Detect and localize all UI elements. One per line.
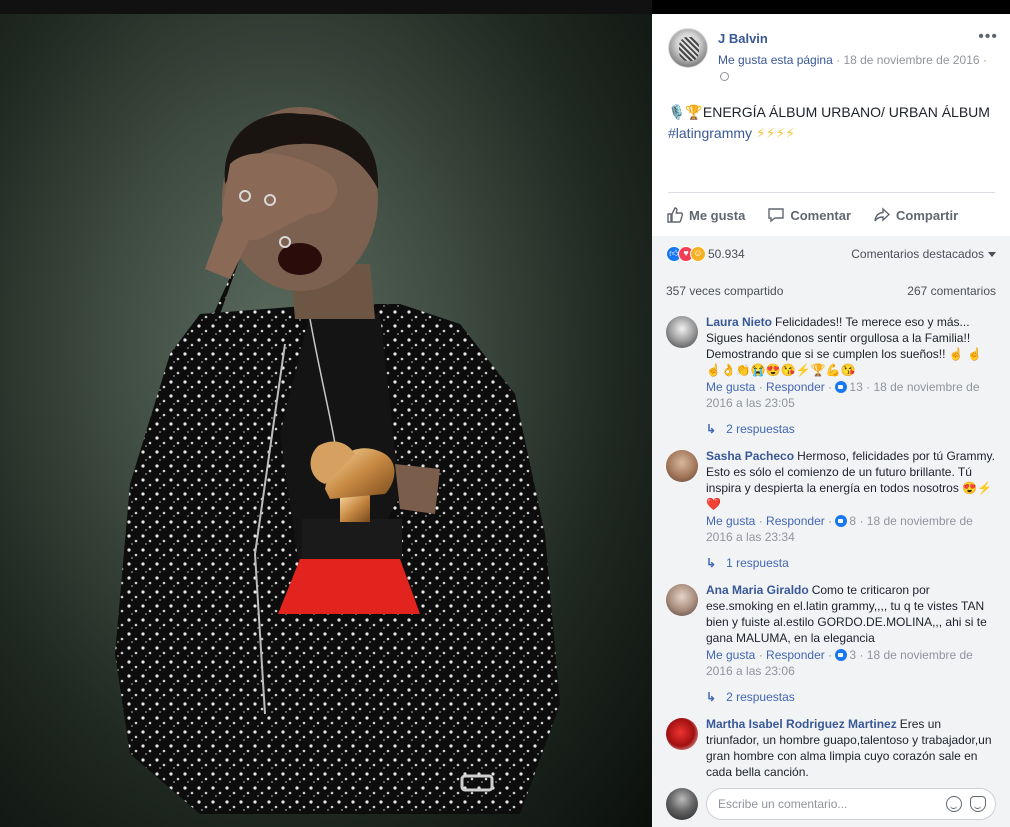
avatar[interactable]	[666, 584, 698, 616]
replies-link[interactable]: ↳ 1 respuesta	[706, 556, 789, 570]
mic-trophy-emoji: 🎙️🏆	[668, 105, 703, 121]
reply-arrow-icon: ↳	[706, 556, 717, 570]
page-avatar[interactable]	[668, 28, 708, 68]
share-button-label: Compartir	[896, 207, 959, 223]
comment-button-label: Comentar	[790, 207, 852, 223]
reply-arrow-icon: ↳	[706, 690, 717, 704]
comment-like-link[interactable]: Me gusta	[706, 514, 755, 528]
post-side-panel: J Balvin Me gusta esta página · 18 de no…	[652, 14, 1010, 827]
sticker-icon[interactable]	[970, 796, 986, 812]
replies-label: 2 respuestas	[726, 422, 795, 436]
comment-like-count[interactable]: 3	[849, 648, 856, 662]
like-count-icon	[835, 515, 848, 527]
avatar[interactable]	[666, 316, 698, 348]
photo-illustration	[115, 107, 560, 814]
comment-author[interactable]: Laura Nieto	[706, 315, 772, 329]
emoji-icon[interactable]	[946, 796, 962, 812]
photo-viewer	[0, 0, 652, 827]
replies-label: 2 respuestas	[726, 690, 795, 704]
post-header: J Balvin Me gusta esta página · 18 de no…	[668, 28, 998, 88]
avatar[interactable]	[666, 718, 698, 750]
lightning-emoji: ⚡⚡⚡⚡	[755, 126, 796, 142]
comments-count-link[interactable]: 267 comentarios	[907, 284, 996, 298]
comment-like-count[interactable]: 13	[849, 380, 862, 394]
comment-meta: Me gusta · Responder · 8 · 18 de noviemb…	[706, 514, 973, 544]
shares-row: 357 veces compartido 267 comentarios	[666, 284, 996, 300]
comment-body: Laura Nieto Felicidades!! Te merece eso y…	[706, 314, 996, 411]
comment-author[interactable]: Ana Maria Giraldo	[706, 583, 809, 597]
comment-like-link[interactable]: Me gusta	[706, 648, 755, 662]
post-text-body: ENERGÍA ÁLBUM URBANO/ URBAN ÁLBUM	[702, 104, 990, 120]
reactions-row: 👍︎ ♥︎ ☺︎ 50.934 Comentarios destacados	[666, 244, 996, 264]
comment-body: Sasha Pacheco Hermoso, felicidades por tú…	[706, 448, 996, 545]
comment-author[interactable]: Martha Isabel Rodriguez Martinez	[706, 717, 897, 731]
share-icon	[874, 207, 891, 222]
meta-separator: ·	[836, 53, 841, 67]
like-button-label: Me gusta	[689, 207, 746, 223]
comment-button[interactable]: Comentar	[767, 204, 851, 226]
comment-meta: Me gusta · Responder · 13 · 18 de noviem…	[706, 380, 980, 410]
comment-like-count[interactable]: 8	[849, 514, 856, 528]
post-text: 🎙️🏆ENERGÍA ÁLBUM URBANO/ URBAN ÁLBUM #la…	[668, 102, 998, 144]
comment-body: Ana Maria Giraldo Como te criticaron por …	[706, 582, 996, 679]
comment-author[interactable]: Sasha Pacheco	[706, 449, 794, 463]
comment-composer	[666, 786, 996, 820]
replies-label: 1 respuesta	[726, 556, 789, 570]
chevron-down-icon	[988, 252, 996, 258]
shares-count-link[interactable]: 357 veces compartido	[666, 284, 783, 298]
meta-separator-2: ·	[982, 53, 987, 67]
replies-link[interactable]: ↳ 2 respuestas	[706, 422, 795, 436]
reply-arrow-icon: ↳	[706, 422, 717, 436]
viewer-top-bar	[0, 0, 652, 14]
replies-link[interactable]: ↳ 2 respuestas	[706, 690, 795, 704]
comment-sort-dropdown[interactable]: Comentarios destacados	[851, 247, 996, 261]
comment-like-link[interactable]: Me gusta	[706, 380, 755, 394]
page-name-link[interactable]: J Balvin	[718, 31, 768, 46]
avatar[interactable]	[666, 450, 698, 482]
comment-reply-link[interactable]: Responder	[766, 514, 825, 528]
reactions-count[interactable]: 50.934	[708, 247, 745, 261]
post-actions: Me gusta Comentar Compartir	[666, 204, 996, 226]
post-photo[interactable]	[0, 14, 652, 827]
post-meta: Me gusta esta página · 18 de noviembre d…	[718, 52, 998, 84]
comment-reply-link[interactable]: Responder	[766, 648, 825, 662]
avatar	[666, 788, 698, 820]
comment-sort-label: Comentarios destacados	[851, 247, 984, 261]
post-date[interactable]: 18 de noviembre de 2016	[843, 53, 979, 67]
comment-body: Martha Isabel Rodriguez Martinez Eres un …	[706, 716, 996, 780]
more-options-icon[interactable]: •••	[978, 28, 998, 46]
haha-reaction-icon[interactable]: ☺︎	[690, 246, 706, 262]
like-page-link[interactable]: Me gusta esta página	[718, 53, 833, 67]
divider-top	[668, 192, 995, 193]
like-count-icon	[835, 381, 848, 393]
like-button[interactable]: Me gusta	[666, 204, 745, 226]
thumbs-up-icon	[667, 207, 684, 223]
hashtag-link[interactable]: #latingrammy	[668, 125, 752, 141]
comment-meta: Me gusta · Responder · 3 · 18 de noviemb…	[706, 648, 973, 678]
globe-icon	[720, 72, 729, 82]
like-count-icon	[835, 649, 848, 661]
share-button[interactable]: Compartir	[873, 204, 958, 226]
comment-icon	[768, 208, 785, 223]
comment-reply-link[interactable]: Responder	[766, 380, 825, 394]
